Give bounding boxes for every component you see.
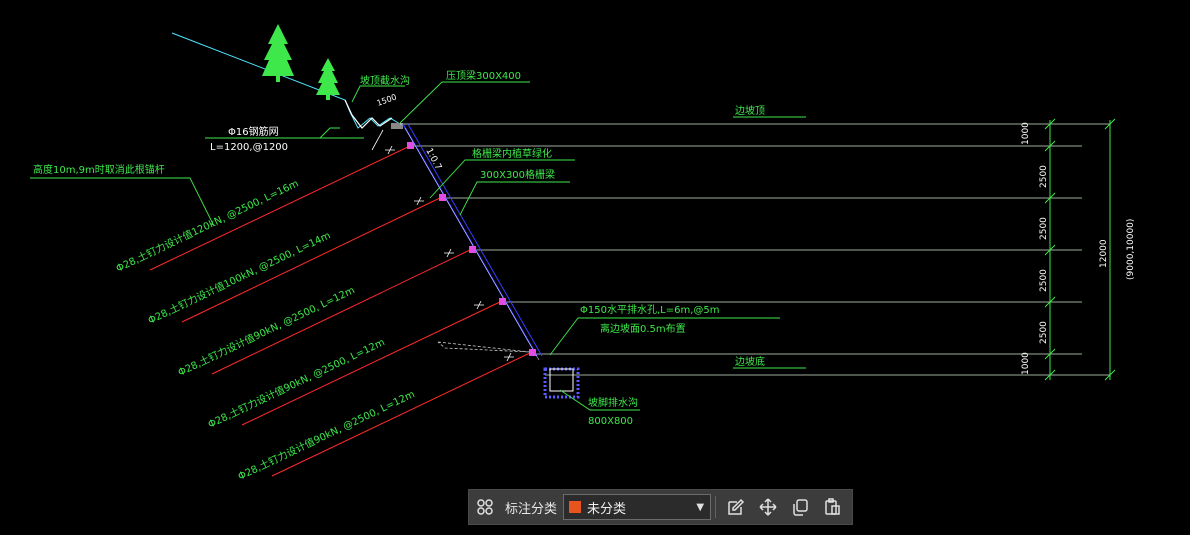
- category-color-swatch: [569, 501, 582, 513]
- category-select[interactable]: 未分类 ▼: [563, 494, 712, 520]
- label-ditch-1: 坡脚排水沟: [588, 396, 638, 409]
- level-lines: [400, 123, 1110, 376]
- grid-icon[interactable]: [469, 491, 501, 523]
- toe-ditch: [543, 367, 580, 399]
- dim-total: 12000: [1099, 239, 1109, 268]
- category-label: 标注分类: [505, 501, 558, 517]
- dim-text: 2500: [1039, 269, 1049, 292]
- label-drain-2: 离边坡面0.5m布置: [600, 322, 686, 335]
- chevron-down-icon: ▼: [696, 501, 705, 513]
- dim-text: 1000: [1021, 352, 1031, 375]
- dim-text: 2500: [1039, 165, 1049, 188]
- label-slope-ratio: 1:0.7: [423, 147, 443, 172]
- leader-lines: [30, 81, 806, 411]
- dim-text: 2500: [1039, 321, 1049, 344]
- cad-drawing: 坡顶截水沟 压顶梁300X400 1500 Φ16钢筋网 L=1200,@120…: [30, 24, 1136, 483]
- label-mesh-spec: L=1200,@1200: [210, 142, 288, 153]
- toolbar-divider: [715, 496, 717, 518]
- dim-alt: (9000,10000): [1126, 219, 1136, 280]
- label-slope-top: 边坡顶: [735, 104, 765, 117]
- category-selected: 未分类: [587, 501, 627, 517]
- edit-icon[interactable]: [720, 491, 752, 523]
- dim-text: 1000: [1021, 122, 1031, 145]
- label-ditch-2: 800X800: [588, 416, 633, 427]
- label-dim-1500: 1500: [376, 92, 398, 107]
- mesh-line: [371, 129, 384, 151]
- label-green-1: 格栅梁内植草绿化: [472, 147, 552, 160]
- drain-pipe: [437, 341, 531, 353]
- label-slope-bottom: 边坡底: [735, 355, 765, 368]
- copy-icon[interactable]: [784, 491, 816, 523]
- dim-text: 2500: [1039, 217, 1049, 240]
- move-icon[interactable]: [752, 491, 784, 523]
- label-note-left: 高度10m,9m时取消此根锚杆: [33, 163, 165, 176]
- annotation-toolbar: 标注分类 未分类 ▼: [468, 489, 853, 525]
- label-green-2: 300X300格栅梁: [480, 168, 555, 181]
- label-crown-beam: 压顶梁300X400: [446, 69, 521, 82]
- label-mesh-title: Φ16钢筋网: [228, 125, 279, 138]
- tree-icon: [316, 58, 340, 100]
- label-drain-1: Φ150水平排水孔,L=6m,@5m: [580, 303, 719, 316]
- paste-icon[interactable]: [816, 491, 848, 523]
- label-trench-top: 坡顶截水沟: [360, 74, 410, 87]
- tree-icon: [262, 24, 294, 82]
